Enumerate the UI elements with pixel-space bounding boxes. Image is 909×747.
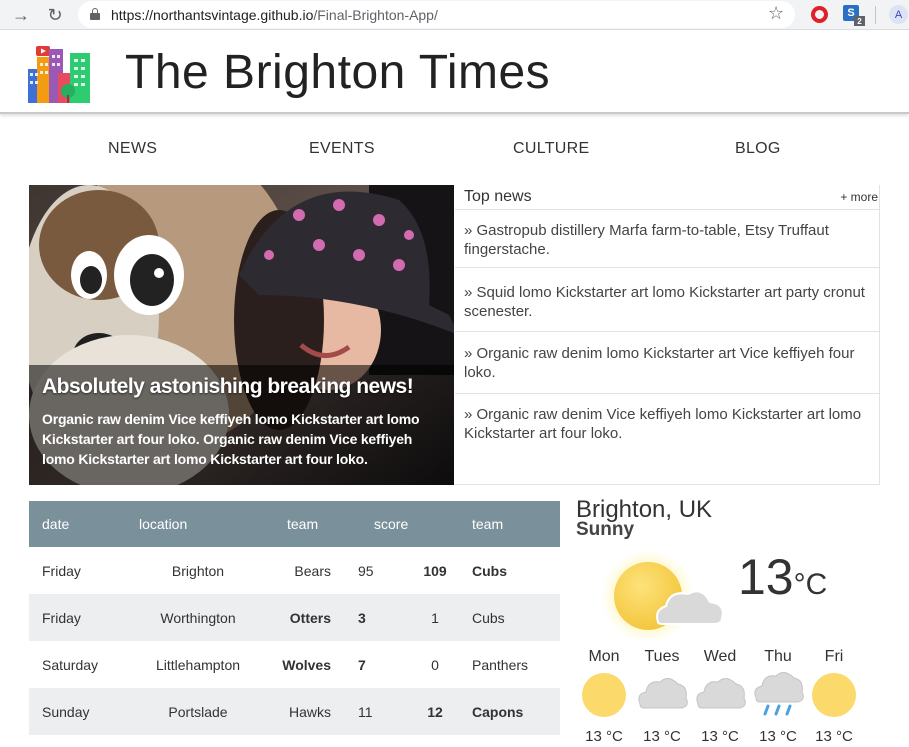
- hero-story[interactable]: Absolutely astonishing breaking news! Or…: [29, 185, 454, 485]
- cell-date: Friday: [29, 594, 125, 641]
- rain-cloud-icon: [754, 672, 804, 716]
- nav-blog[interactable]: BLOG: [735, 140, 781, 158]
- address-bar[interactable]: https://northantsvintage.github.io/Final…: [78, 1, 795, 28]
- weather-temp-value: 13: [738, 549, 794, 605]
- cell-team-home: Otters: [271, 594, 358, 641]
- nav-culture[interactable]: CULTURE: [513, 140, 589, 158]
- top-news-title: Top news: [464, 188, 532, 205]
- cell-location: Littlehampton: [155, 656, 241, 673]
- cell-score-home: 95: [358, 562, 374, 579]
- cell-team-home: Hawks: [271, 688, 358, 735]
- forecast-day-name: Fri: [824, 648, 844, 665]
- forecast-day-name: Wed: [703, 648, 737, 665]
- top-news-panel: Top news + more » Gastropub distillery M…: [455, 185, 880, 485]
- url-text: https://northantsvintage.github.io/Final…: [111, 7, 438, 23]
- cell-location: Worthington: [125, 594, 271, 641]
- forecast-temp: 13 °C: [585, 728, 623, 745]
- forecast-temp: 13 °C: [643, 728, 681, 745]
- sun-icon: [582, 673, 626, 717]
- site-header: The Brighton Times: [0, 31, 909, 114]
- forecast-temp: 13 °C: [815, 728, 853, 745]
- col-location: location: [125, 501, 271, 547]
- cell-location: Brighton: [171, 562, 225, 579]
- col-date: date: [29, 501, 125, 547]
- nav-news[interactable]: NEWS: [108, 140, 157, 158]
- bookmark-star-icon[interactable]: ☆: [768, 3, 784, 24]
- forecast-day: Tues 13 °C: [632, 648, 692, 745]
- col-team-home: team: [271, 501, 358, 547]
- lock-icon: [90, 8, 100, 20]
- cell-team-away: Panthers: [472, 656, 529, 673]
- forecast-day: Mon 13 °C: [574, 648, 634, 745]
- cell-score-away: 109: [423, 562, 447, 579]
- weather-widget: Brighton, UK Sunny 13°C Mon 13 °C Tues 1…: [570, 496, 870, 747]
- nav-events[interactable]: EVENTS: [309, 140, 375, 158]
- cloud-icon: [696, 678, 746, 709]
- hero-summary: Organic raw denim Vice keffiyeh lomo Kic…: [42, 411, 420, 467]
- city-logo-icon[interactable]: [28, 43, 92, 105]
- col-score: score: [358, 501, 468, 547]
- more-news-link[interactable]: + more: [840, 190, 878, 204]
- weather-temp-unit: °C: [793, 568, 828, 601]
- url-host: https://northantsvintage.github.io: [111, 7, 314, 23]
- table-row[interactable]: Saturday Littlehampton Wolves 7 0 Panthe…: [29, 641, 560, 688]
- forecast-temp: 13 °C: [701, 728, 739, 745]
- top-news-item[interactable]: » Gastropub distillery Marfa farm-to-tab…: [455, 211, 880, 268]
- cell-date: Friday: [42, 562, 81, 579]
- cell-score-away: 12: [402, 688, 468, 735]
- cell-location: Portslade: [125, 688, 271, 735]
- reload-icon[interactable]: ↻: [44, 4, 66, 26]
- scores-table: date location team score team Friday Bri…: [29, 501, 560, 735]
- table-row[interactable]: Friday Brighton Bears 95 109 Cubs: [29, 547, 560, 594]
- cell-score-home: 7: [358, 656, 366, 673]
- extension-badge: 2: [854, 16, 865, 26]
- hero-caption: Absolutely astonishing breaking news! Or…: [29, 365, 454, 485]
- cloud-icon: [638, 678, 688, 709]
- cell-team-home: Wolves: [282, 656, 331, 673]
- extension-s-icon[interactable]: S2: [843, 5, 865, 26]
- forward-arrow-icon[interactable]: →: [10, 4, 32, 26]
- cell-score-home: 3: [358, 594, 402, 641]
- hero-headline[interactable]: Absolutely astonishing breaking news!: [42, 375, 440, 399]
- top-news-item[interactable]: » Squid lomo Kickstarter art lomo Kickst…: [455, 269, 880, 332]
- cell-score-home: 11: [358, 688, 402, 735]
- forecast-day-name: Tues: [644, 648, 680, 665]
- url-path: /Final-Brighton-App/: [313, 7, 438, 23]
- profile-avatar[interactable]: A: [889, 5, 908, 24]
- top-news-item[interactable]: » Organic raw denim lomo Kickstarter art…: [455, 333, 880, 394]
- forecast-day: Wed 13 °C: [690, 648, 750, 745]
- site-title: The Brighton Times: [125, 46, 551, 99]
- main-nav: NEWS EVENTS CULTURE BLOG: [0, 140, 909, 160]
- table-row[interactable]: Friday Worthington Otters 3 1 Cubs: [29, 594, 560, 641]
- weather-current-temp: 13°C: [738, 548, 827, 606]
- toolbar-divider: [875, 6, 876, 24]
- cell-score-away: 1: [402, 594, 468, 641]
- forecast-day-name: Thu: [764, 648, 792, 665]
- browser-toolbar: → ↻ https://northantsvintage.github.io/F…: [0, 0, 909, 30]
- cell-team-away: Cubs: [472, 562, 507, 579]
- cell-date: Saturday: [42, 656, 99, 673]
- top-news-header: Top news + more: [455, 185, 880, 210]
- sun-behind-cloud-icon: [600, 548, 724, 643]
- cell-team-home: Bears: [294, 562, 331, 579]
- sun-icon: [812, 673, 856, 717]
- forecast-day-name: Mon: [588, 648, 620, 665]
- cell-team-away: Cubs: [468, 594, 560, 641]
- opera-extension-icon[interactable]: [811, 6, 828, 23]
- cell-date: Sunday: [29, 688, 125, 735]
- table-header-row: date location team score team: [29, 501, 560, 547]
- cell-score-away: 0: [431, 656, 439, 673]
- top-news-item[interactable]: » Organic raw denim Vice keffiyeh lomo K…: [455, 395, 880, 455]
- forecast-temp: 13 °C: [759, 728, 797, 745]
- col-team-away: team: [468, 501, 560, 547]
- forecast-day: Thu 13 °C: [748, 648, 808, 745]
- weather-condition: Sunny: [576, 519, 635, 540]
- table-row[interactable]: Sunday Portslade Hawks 11 12 Capons: [29, 688, 560, 735]
- cell-team-away: Capons: [468, 688, 560, 735]
- forecast-day: Fri 13 °C: [804, 648, 864, 745]
